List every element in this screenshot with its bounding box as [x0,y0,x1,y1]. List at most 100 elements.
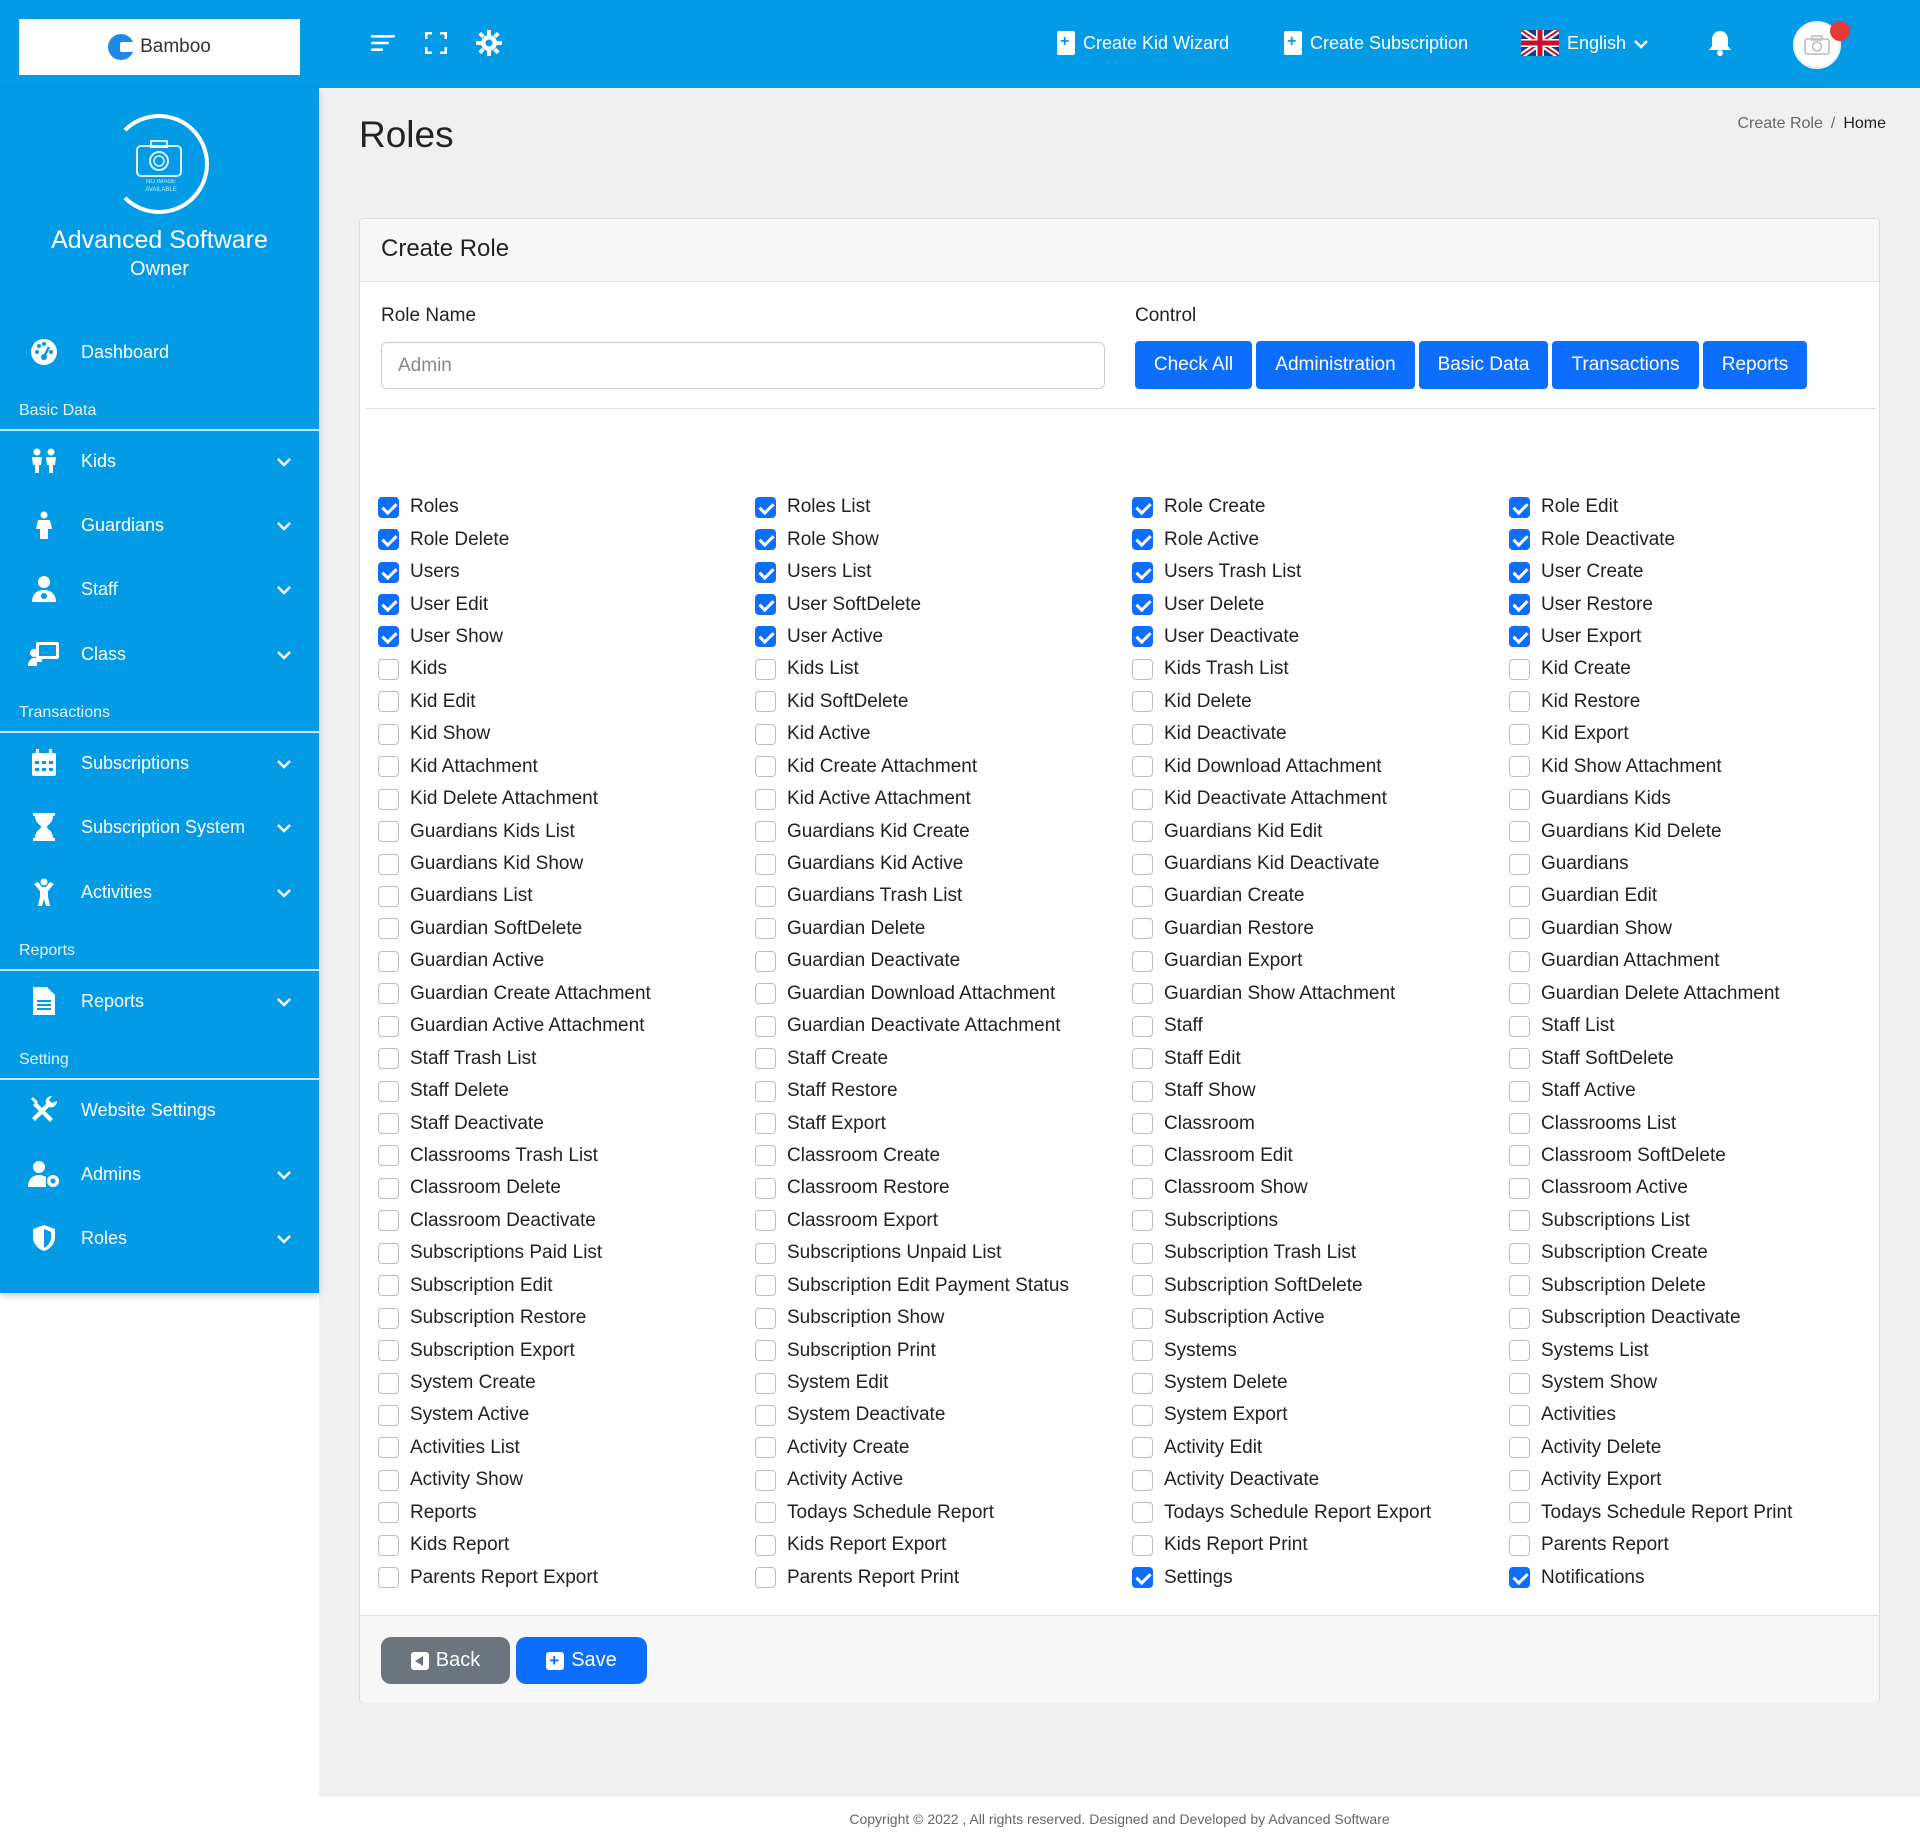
permission-item[interactable]: Staff List [1509,1010,1886,1042]
permission-checkbox[interactable] [378,1469,399,1491]
create-kid-wizard-link[interactable]: Create Kid Wizard [1057,28,1229,58]
permission-item[interactable]: System Active [378,1399,755,1431]
permission-item[interactable]: Subscription Active [1132,1302,1509,1334]
permission-item[interactable]: Users Trash List [1132,556,1509,588]
permission-item[interactable]: Classroom Edit [1132,1140,1509,1172]
permission-checkbox[interactable] [755,788,776,810]
permission-checkbox[interactable] [755,1275,776,1297]
permission-item[interactable]: Todays Schedule Report [755,1497,1132,1529]
permission-checkbox[interactable] [378,885,399,907]
permission-checkbox[interactable] [378,1177,399,1199]
permission-item[interactable]: Users List [755,556,1132,588]
permission-checkbox[interactable] [1509,723,1530,745]
permission-item[interactable]: Todays Schedule Report Print [1509,1497,1886,1529]
permission-item[interactable]: User Restore [1509,588,1886,620]
permission-checkbox[interactable] [1132,1534,1153,1556]
back-button[interactable]: Back [381,1637,510,1684]
permission-item[interactable]: Guardian Export [1132,945,1509,977]
permission-item[interactable]: Roles List [755,491,1132,523]
permission-item[interactable]: Guardians Kid Create [755,815,1132,847]
permission-checkbox[interactable] [755,1502,776,1524]
permission-checkbox[interactable] [1132,1048,1153,1070]
permission-checkbox[interactable] [1509,1080,1530,1102]
permission-checkbox[interactable] [1132,1437,1153,1459]
permission-checkbox[interactable] [1132,691,1153,713]
permission-item[interactable]: Staff Deactivate [378,1107,755,1139]
permission-item[interactable]: Kid Active Attachment [755,783,1132,815]
permission-item[interactable]: Subscriptions Paid List [378,1237,755,1269]
permission-checkbox[interactable] [1509,950,1530,972]
permission-checkbox[interactable] [378,1242,399,1264]
permission-item[interactable]: Guardians Kid Edit [1132,815,1509,847]
permission-item[interactable]: Role Show [755,523,1132,555]
permission-item[interactable]: Systems [1132,1334,1509,1366]
sidebar-item-staff[interactable]: Staff [0,559,319,619]
permission-checkbox[interactable] [755,756,776,778]
permission-item[interactable]: Classroom Show [1132,1172,1509,1204]
permission-item[interactable]: Kid Edit [378,686,755,718]
permission-checkbox[interactable] [755,658,776,680]
permission-checkbox[interactable] [755,496,776,518]
permission-item[interactable]: Role Create [1132,491,1509,523]
permission-checkbox[interactable] [1509,788,1530,810]
permission-checkbox[interactable] [1132,1275,1153,1297]
permission-checkbox[interactable] [378,1502,399,1524]
permission-checkbox[interactable] [755,1372,776,1394]
permission-checkbox[interactable] [378,1145,399,1167]
permission-item[interactable]: Staff Trash List [378,1042,755,1074]
permission-item[interactable]: Kid Create [1509,653,1886,685]
permission-checkbox[interactable] [378,756,399,778]
permission-checkbox[interactable] [1509,853,1530,875]
sidebar-item-subscriptions[interactable]: Subscriptions [0,733,319,793]
check-all-button[interactable]: Check All [1135,341,1252,389]
permission-item[interactable]: Role Delete [378,523,755,555]
permission-item[interactable]: Kids List [755,653,1132,685]
permission-checkbox[interactable] [378,1113,399,1135]
permission-item[interactable]: Activity Edit [1132,1432,1509,1464]
permission-item[interactable]: System Edit [755,1367,1132,1399]
permission-item[interactable]: Roles [378,491,755,523]
reports-button[interactable]: Reports [1703,341,1807,389]
permission-item[interactable]: Role Active [1132,523,1509,555]
permission-item[interactable]: Guardians List [378,880,755,912]
permission-item[interactable]: Guardian Deactivate [755,945,1132,977]
permission-item[interactable]: Activities [1509,1399,1886,1431]
language-selector[interactable]: English [1521,28,1648,58]
permission-item[interactable]: Subscription Export [378,1334,755,1366]
permission-checkbox[interactable] [378,788,399,810]
sidebar-item-admins[interactable]: Admins [0,1144,319,1204]
permission-checkbox[interactable] [378,1275,399,1297]
permission-checkbox[interactable] [1132,1210,1153,1232]
permission-item[interactable]: User Export [1509,621,1886,653]
permission-item[interactable]: System Export [1132,1399,1509,1431]
permission-item[interactable]: Guardians Trash List [755,880,1132,912]
permission-item[interactable]: Activity Active [755,1464,1132,1496]
permission-checkbox[interactable] [1509,1242,1530,1264]
administration-button[interactable]: Administration [1256,341,1415,389]
permission-checkbox[interactable] [378,1534,399,1556]
permission-item[interactable]: Reports [378,1497,755,1529]
bell-icon[interactable] [1705,28,1735,58]
permission-checkbox[interactable] [378,821,399,843]
permission-item[interactable]: Subscription Edit [378,1270,755,1302]
permission-item[interactable]: Activity Create [755,1432,1132,1464]
permission-checkbox[interactable] [755,561,776,583]
permission-checkbox[interactable] [378,496,399,518]
permission-checkbox[interactable] [1132,1469,1153,1491]
permission-checkbox[interactable] [1509,496,1530,518]
permission-checkbox[interactable] [378,1048,399,1070]
permission-item[interactable]: Staff Restore [755,1075,1132,1107]
permission-item[interactable]: User Show [378,621,755,653]
permission-checkbox[interactable] [755,1177,776,1199]
permission-item[interactable]: Subscription SoftDelete [1132,1270,1509,1302]
sidebar-item-subscription-system[interactable]: Subscription System [0,797,319,857]
sidebar-item-activities[interactable]: Activities [0,862,319,922]
permission-checkbox[interactable] [1509,1145,1530,1167]
permission-checkbox[interactable] [1132,1177,1153,1199]
permission-checkbox[interactable] [755,983,776,1005]
permission-item[interactable]: Settings [1132,1561,1509,1593]
permission-item[interactable]: Subscriptions [1132,1205,1509,1237]
permission-item[interactable]: System Deactivate [755,1399,1132,1431]
permission-item[interactable]: Kid Download Attachment [1132,751,1509,783]
permission-item[interactable]: Kids Report [378,1529,755,1561]
